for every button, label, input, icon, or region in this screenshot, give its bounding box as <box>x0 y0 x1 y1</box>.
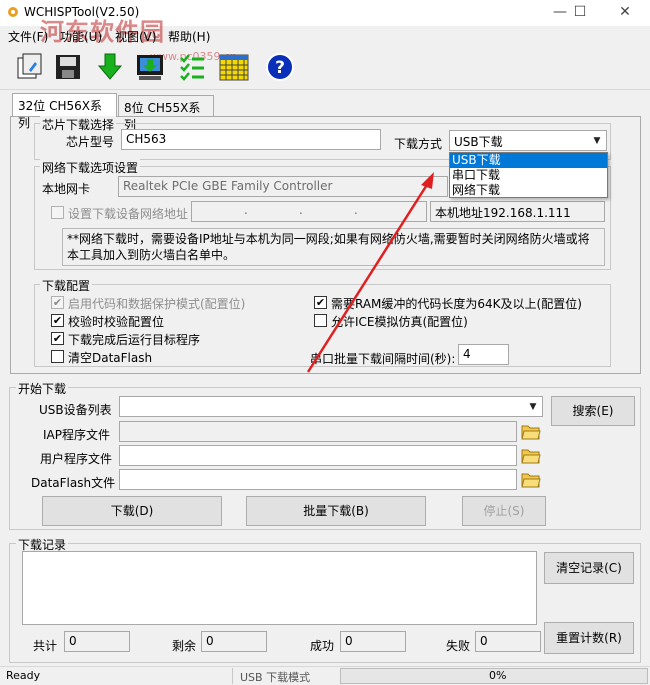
annotation-arrow <box>306 172 434 373</box>
dropdown-option-serial[interactable]: 串口下载 <box>450 168 607 183</box>
dropdown-option-usb[interactable]: USB下载 <box>450 153 607 168</box>
download-mode-dropdown: USB下载 串口下载 网络下载 <box>449 152 608 198</box>
dropdown-option-network[interactable]: 网络下载 <box>450 183 607 198</box>
